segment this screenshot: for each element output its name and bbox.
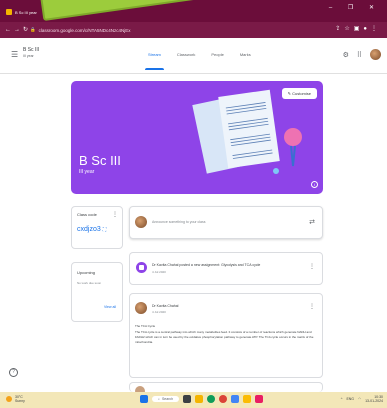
apps-grid-icon[interactable]: ⠿ bbox=[357, 51, 362, 59]
post-date: 4 Jul 2020 bbox=[152, 310, 166, 314]
lock-icon: 🔒 bbox=[30, 27, 36, 32]
more-vert-icon[interactable]: ⋮ bbox=[309, 303, 315, 310]
profile-icon[interactable]: ● bbox=[363, 26, 371, 32]
url-field[interactable]: 🔒 classroom.google.com/c/NTA5NDc4Nzc4NjE… bbox=[30, 25, 330, 35]
classroom-favicon-icon bbox=[6, 9, 12, 15]
sun-icon bbox=[6, 396, 12, 402]
taskbar: 30°C Sunny ⌕ Search ^ ENG ◠ 10:30 13-01-… bbox=[0, 392, 387, 408]
customise-button[interactable]: ✎ Customise bbox=[281, 88, 317, 99]
tab-people[interactable]: People bbox=[211, 52, 223, 57]
language-indicator[interactable]: ENG bbox=[346, 397, 354, 401]
classroom-header: ☰ B Sc III III year Stream Classwork Peo… bbox=[0, 38, 387, 74]
more-vert-icon[interactable]: ⋮ bbox=[112, 211, 118, 218]
class-code-label: Class code bbox=[77, 212, 97, 217]
assignment-icon bbox=[136, 262, 147, 273]
assignment-post[interactable]: Dr Kavita Chahal posted a new assignment… bbox=[129, 252, 323, 285]
edge-icon[interactable] bbox=[231, 395, 240, 403]
class-title[interactable]: B Sc III bbox=[23, 47, 39, 53]
tab-stream[interactable]: Stream bbox=[145, 52, 164, 70]
chevron-up-icon[interactable]: ^ bbox=[341, 397, 343, 401]
folder-icon[interactable] bbox=[243, 395, 252, 403]
upcoming-card: Upcoming No work due soon View all bbox=[71, 262, 123, 322]
class-banner: ✎ Customise B Sc III III year i bbox=[71, 81, 323, 194]
post-heading: The TCA Cycle bbox=[135, 324, 156, 328]
repost-icon[interactable]: ⇄ bbox=[309, 218, 315, 226]
tab-marks[interactable]: Marks bbox=[240, 52, 251, 57]
post-title[interactable]: Dr Kavita Chahal posted a new assignment… bbox=[152, 263, 260, 267]
header-actions: ⚙ ⠿ bbox=[343, 49, 381, 60]
help-icon[interactable]: ? bbox=[9, 368, 18, 377]
taskbar-search[interactable]: ⌕ Search bbox=[152, 396, 180, 402]
nav-buttons[interactable]: ←→↻ bbox=[5, 26, 31, 33]
back-icon[interactable]: ← bbox=[5, 27, 14, 33]
forward-icon[interactable]: → bbox=[14, 27, 23, 33]
extension-icons[interactable]: ⇪☆▣●⋮ bbox=[335, 25, 381, 32]
start-icon[interactable] bbox=[140, 395, 148, 403]
more-vert-icon[interactable]: ⋮ bbox=[309, 263, 315, 270]
star-icon[interactable]: ☆ bbox=[344, 26, 353, 32]
hamburger-menu-icon[interactable]: ☰ bbox=[11, 50, 18, 59]
class-tabs: Stream Classwork People Marks bbox=[145, 52, 251, 70]
clock[interactable]: 10:30 13-01-2024 bbox=[365, 395, 383, 403]
author-avatar bbox=[135, 302, 147, 314]
wifi-icon[interactable]: ◠ bbox=[358, 397, 361, 401]
post-author: Dr Kavita Chahal bbox=[152, 304, 179, 308]
announce-placeholder[interactable]: Announce something to your class bbox=[152, 220, 206, 224]
browser-address-bar: ←→↻ 🔒 classroom.google.com/c/NTA5NDc4Nzc… bbox=[0, 22, 387, 38]
banner-subtitle: III year bbox=[79, 169, 95, 175]
post-date: 4 Jul 2020 bbox=[152, 270, 166, 274]
class-code-card: Class code ⋮ cxdjzo3 ⛶ bbox=[71, 206, 123, 249]
clock-date: 13-01-2024 bbox=[365, 399, 383, 403]
banner-title: B Sc III bbox=[79, 153, 121, 168]
extension-icon[interactable]: ▣ bbox=[354, 26, 364, 32]
menu-dots-icon[interactable]: ⋮ bbox=[371, 26, 381, 32]
announcement-post: Dr Kavita Chahal 4 Jul 2020 ⋮ The TCA Cy… bbox=[129, 293, 323, 378]
chrome-icon[interactable] bbox=[207, 395, 216, 403]
url-text: classroom.google.com/c/NTA5NDc4Nzc4NjEx bbox=[38, 27, 131, 33]
tab-classwork[interactable]: Classwork bbox=[177, 52, 195, 57]
post-body: The TCA cycle is a central pathway into … bbox=[135, 330, 314, 344]
browser-tab-title: B Sc III year bbox=[15, 9, 37, 15]
file-explorer-icon[interactable] bbox=[195, 395, 204, 403]
info-icon[interactable]: i bbox=[311, 181, 318, 188]
share-icon[interactable]: ⇪ bbox=[335, 26, 344, 32]
settings-gear-icon[interactable]: ⚙ bbox=[343, 51, 349, 59]
announce-box[interactable]: Announce something to your class ⇄ bbox=[129, 206, 323, 239]
account-avatar[interactable] bbox=[370, 49, 381, 60]
upcoming-title: Upcoming bbox=[77, 270, 96, 275]
next-post bbox=[129, 382, 323, 396]
class-subtitle: III year bbox=[23, 54, 34, 58]
task-view-icon[interactable] bbox=[183, 395, 192, 403]
weather-widget[interactable]: 30°C Sunny bbox=[6, 395, 25, 403]
upcoming-empty-text: No work due soon bbox=[77, 281, 102, 285]
window-controls[interactable]: – ❐ ✕ bbox=[329, 4, 381, 11]
fullscreen-icon[interactable]: ⛶ bbox=[103, 227, 107, 233]
app-icon[interactable] bbox=[219, 395, 228, 403]
weather-text: Sunny bbox=[15, 399, 25, 403]
class-code-value: cxdjzo3 ⛶ bbox=[77, 226, 107, 233]
user-avatar bbox=[135, 216, 147, 228]
system-tray[interactable]: ^ ENG ◠ 10:30 13-01-2024 bbox=[341, 395, 383, 403]
taskbar-apps: ⌕ Search bbox=[140, 395, 264, 403]
view-all-link[interactable]: View all bbox=[104, 305, 116, 309]
media-icon[interactable] bbox=[255, 395, 264, 403]
